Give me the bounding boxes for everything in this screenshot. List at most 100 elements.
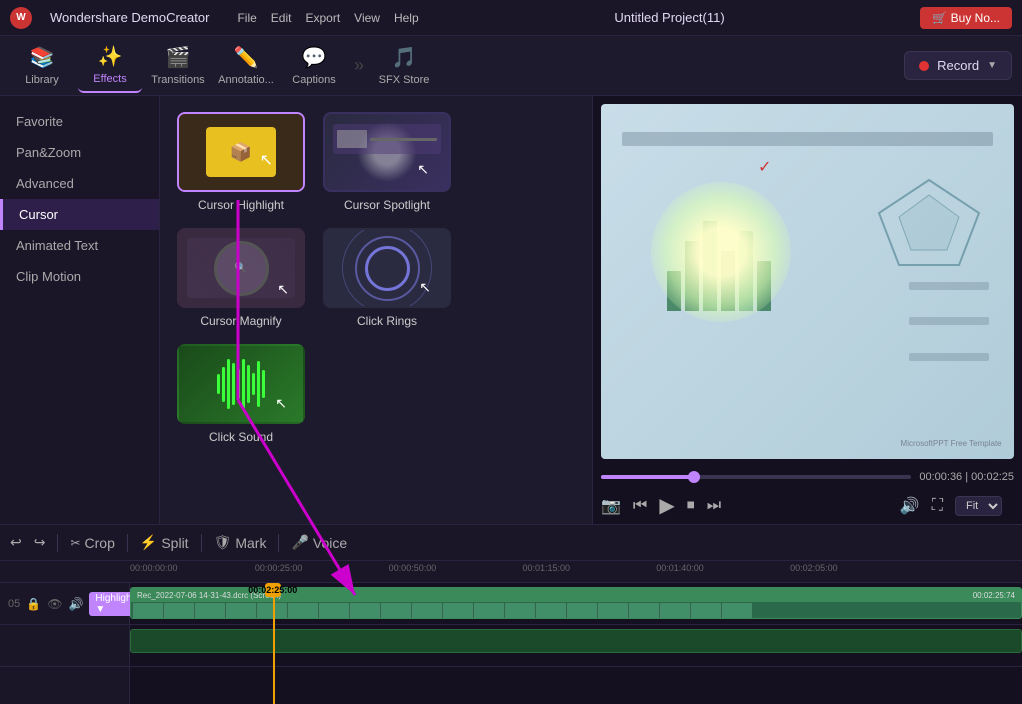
effects-sidebar: Favorite Pan&Zoom Advanced Cursor Animat… [0, 96, 160, 524]
track-label-row-1: 05 🔒 👁 🔊 Highlight ▼ [0, 583, 129, 625]
screenshot-button[interactable]: 📷 [601, 496, 621, 516]
mark-button[interactable]: 🛡 Mark [214, 534, 267, 551]
fit-select[interactable]: Fit [955, 496, 1002, 516]
toolbar-divider-1 [57, 534, 58, 552]
effect-label-click-sound: Click Sound [209, 430, 273, 444]
sidebar-item-cursor[interactable]: Cursor [0, 199, 159, 230]
buy-button[interactable]: 🛒 Buy No... [920, 7, 1012, 29]
player-controls: 📷 ⏮ ▶ ⏹ ⏭ 🔊 ⛶ Fit [593, 487, 1022, 524]
project-title: Untitled Project(11) [437, 10, 903, 25]
forward-button[interactable]: ⏭ [707, 497, 721, 515]
toolbar-sfx[interactable]: 🎵 SFX Store [372, 39, 436, 93]
menu-export[interactable]: Export [305, 11, 340, 25]
sidebar-item-clipmotion[interactable]: Clip Motion [0, 261, 159, 292]
effect-cursor-highlight[interactable]: 📦 ↖ Cursor Highlight [176, 112, 306, 212]
effects-grid: 📦 ↖ Cursor Highlight ↖ Cursor Spo [160, 96, 592, 524]
sidebar-item-advanced[interactable]: Advanced [0, 168, 159, 199]
redo-button[interactable]: ↪ [34, 534, 46, 551]
timeline-ruler: 00:00:00:00 00:00:25:00 00:00:50:00 00:0… [0, 561, 1022, 583]
toolbar-annotations-label: Annotatio... [218, 74, 274, 86]
effect-label-cursor-spotlight: Cursor Spotlight [344, 198, 430, 212]
timeline-content: 05 🔒 👁 🔊 Highlight ▼ 00:02:25:00 [0, 583, 1022, 704]
stop-button[interactable]: ⏹ [687, 497, 695, 515]
effect-label-cursor-magnify: Cursor Magnify [200, 314, 281, 328]
progress-track[interactable] [601, 475, 911, 479]
sidebar-item-animatedtext[interactable]: Animated Text [0, 230, 159, 261]
effect-cursor-magnify[interactable]: 🔍 ↖ Cursor Magnify [176, 228, 306, 328]
app-logo: W [10, 7, 32, 29]
voice-button[interactable]: 🎤 Voice [291, 534, 347, 551]
main-area: Favorite Pan&Zoom Advanced Cursor Animat… [0, 96, 1022, 524]
toolbar-library-label: Library [25, 74, 59, 86]
toolbar-transitions-label: Transitions [151, 74, 204, 86]
record-label: Record [937, 58, 979, 73]
toolbar-library[interactable]: 📚 Library [10, 39, 74, 93]
effect-click-rings[interactable]: ↖ Click Rings [322, 228, 452, 328]
effect-cursor-spotlight[interactable]: ↖ Cursor Spotlight [322, 112, 452, 212]
effect-click-sound[interactable]: ↖ Click Sound [176, 344, 306, 444]
tracks-right: 00:02:25:00 Rec_2022-07-06 14·31-43.dcrc… [130, 583, 1022, 704]
track-labels: 05 🔒 👁 🔊 Highlight ▼ [0, 583, 130, 704]
eye-icon[interactable]: 👁 [47, 597, 62, 611]
track-label-row-2 [0, 625, 129, 667]
record-dropdown-icon: ▼ [987, 60, 997, 71]
main-toolbar: 📚 Library ✨ Effects 🎬 Transitions ✏️ Ann… [0, 36, 1022, 96]
effect-thumb-cursor-highlight: 📦 ↖ [177, 112, 305, 192]
audio-track-row [130, 625, 1022, 667]
toolbar-more[interactable]: » [354, 55, 364, 76]
split-button[interactable]: ⚡ Split [140, 534, 189, 551]
toolbar-divider-2 [127, 534, 128, 552]
toolbar-transitions[interactable]: 🎬 Transitions [146, 39, 210, 93]
playhead-time-label: 00:02:25:00 [248, 585, 297, 595]
sidebar-item-panzoom[interactable]: Pan&Zoom [0, 137, 159, 168]
toolbar-effects-label: Effects [93, 73, 126, 85]
toolbar-sfx-label: SFX Store [379, 74, 430, 86]
menu-help[interactable]: Help [394, 11, 419, 25]
toolbar-divider-4 [278, 534, 279, 552]
playhead[interactable]: 00:02:25:00 [273, 583, 275, 704]
toolbar-effects[interactable]: ✨ Effects [78, 39, 142, 93]
rewind-button[interactable]: ⏮ [633, 497, 647, 515]
menu-file[interactable]: File [237, 11, 256, 25]
annotations-icon: ✏️ [234, 45, 259, 70]
toolbar-captions-label: Captions [292, 74, 335, 86]
toolbar-annotations[interactable]: ✏️ Annotatio... [214, 39, 278, 93]
fullscreen-button[interactable]: ⛶ [932, 497, 943, 515]
lock-icon[interactable]: 🔒 [26, 597, 41, 611]
app-name: Wondershare DemoCreator [50, 10, 209, 25]
clip-end-time: 00:02:25:74 [973, 591, 1015, 600]
timeline: ↩ ↪ ✂ Crop ⚡ Split 🛡 Mark 🎤 Voice 00:00:… [0, 524, 1022, 704]
audio-clip[interactable] [130, 629, 1022, 653]
sidebar-item-favorite[interactable]: Favorite [0, 106, 159, 137]
toolbar-captions[interactable]: 💬 Captions [282, 39, 346, 93]
time-display: 00:00:36 | 00:02:25 [919, 471, 1014, 483]
audio-icon[interactable]: 🔊 [68, 597, 83, 611]
effect-thumb-click-rings: ↖ [323, 228, 451, 308]
titlebar: W Wondershare DemoCreator File Edit Expo… [0, 0, 1022, 36]
undo-button[interactable]: ↩ [10, 534, 22, 551]
effect-label-click-rings: Click Rings [357, 314, 417, 328]
transitions-icon: 🎬 [166, 45, 191, 70]
playhead-handle: 00:02:25:00 [265, 583, 281, 597]
timeline-track-area: 05 🔒 👁 🔊 Highlight ▼ 00:02:25:00 [0, 583, 1022, 704]
progress-thumb [688, 471, 700, 483]
play-button[interactable]: ▶ [659, 493, 674, 518]
preview-panel: MicrosoftPPT Free Template ✓ 00:00:36 | … [592, 96, 1022, 524]
volume-button[interactable]: 🔊 [900, 496, 920, 516]
toolbar-divider-3 [201, 534, 202, 552]
timeline-toolbar: ↩ ↪ ✂ Crop ⚡ Split 🛡 Mark 🎤 Voice [0, 525, 1022, 561]
library-icon: 📚 [30, 45, 55, 70]
menu-bar: File Edit Export View Help [237, 11, 418, 25]
track-number: 05 [8, 598, 20, 610]
effect-thumb-click-sound: ↖ [177, 344, 305, 424]
record-button[interactable]: Record ▼ [904, 51, 1012, 80]
effects-icon: ✨ [98, 44, 123, 69]
sfx-icon: 🎵 [392, 45, 417, 70]
cursor-arrow-icon: ↖ [260, 150, 273, 170]
effect-label-cursor-highlight: Cursor Highlight [198, 198, 284, 212]
progress-fill [601, 475, 694, 479]
menu-edit[interactable]: Edit [271, 11, 292, 25]
menu-view[interactable]: View [354, 11, 380, 25]
crop-button[interactable]: ✂ Crop [70, 535, 114, 551]
effect-thumb-cursor-spotlight: ↖ [323, 112, 451, 192]
